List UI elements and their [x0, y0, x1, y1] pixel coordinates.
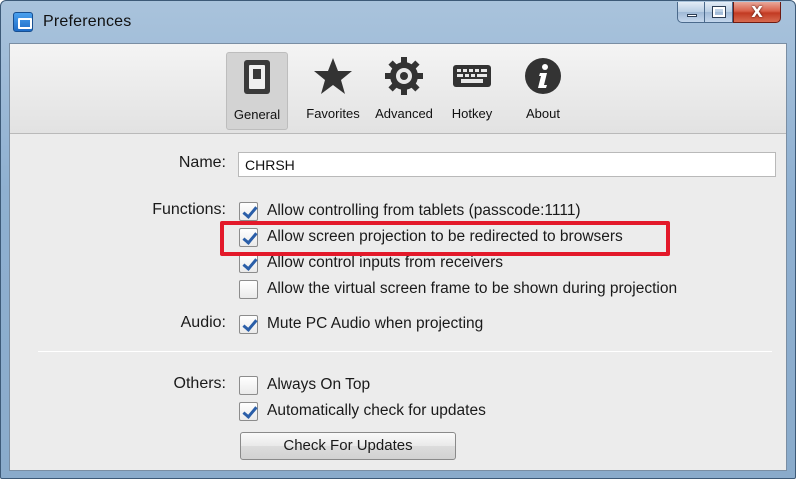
name-field[interactable] — [238, 152, 776, 177]
tab-general[interactable]: General — [226, 52, 288, 130]
checkbox-label: Allow screen projection to be redirected… — [267, 228, 623, 245]
maximize-button[interactable] — [705, 2, 733, 23]
checkbox[interactable] — [239, 279, 258, 299]
checkbox-label: Allow control inputs from receivers — [267, 254, 504, 271]
checkbox[interactable] — [239, 253, 258, 273]
functions-label: Functions: — [152, 201, 226, 218]
checkbox[interactable] — [239, 314, 258, 334]
checkbox[interactable] — [239, 227, 258, 247]
tab-favorites-label: Favorites — [306, 106, 360, 121]
checkbox[interactable] — [239, 401, 258, 421]
tab-favorites[interactable]: Favorites — [298, 52, 368, 130]
checkbox-label: Always On Top — [267, 376, 371, 393]
checkbox-label: Mute PC Audio when projecting — [267, 315, 484, 332]
title-bar[interactable]: Preferences X — [1, 1, 795, 43]
close-button[interactable]: X — [733, 2, 781, 23]
app-icon — [13, 12, 33, 32]
tab-advanced-label: Advanced — [375, 106, 433, 121]
checkbox-label: Automatically check for updates — [267, 402, 486, 419]
checkbox-label: Allow the virtual screen frame to be sho… — [267, 280, 678, 297]
maximize-icon — [712, 6, 726, 18]
option-auto-check-updates[interactable]: Automatically check for updates — [239, 400, 486, 422]
checkbox[interactable] — [239, 375, 258, 395]
audio-label: Audio: — [180, 314, 226, 331]
function-receiver-inputs[interactable]: Allow control inputs from receivers — [239, 252, 503, 274]
checkbox-label: Allow controlling from tablets (passcode… — [267, 202, 581, 219]
minimize-button[interactable] — [677, 2, 705, 23]
tab-hotkey-label: Hotkey — [451, 106, 493, 121]
tab-advanced[interactable]: Advanced — [370, 52, 438, 130]
switch-icon — [244, 60, 270, 94]
name-label: Name: — [178, 154, 226, 171]
function-virtual-screen-frame[interactable]: Allow the virtual screen frame to be sho… — [239, 278, 677, 300]
others-label: Others: — [173, 375, 226, 392]
function-redirect-to-browsers[interactable]: Allow screen projection to be redirected… — [239, 226, 623, 248]
tab-about-label: About — [526, 106, 560, 121]
star-icon — [314, 58, 352, 94]
section-divider — [38, 351, 772, 352]
window-controls: X — [677, 2, 781, 24]
preferences-panel: General Favorites Advanced Hotkey About … — [9, 43, 787, 471]
check-for-updates-button[interactable]: Check For Updates — [240, 432, 456, 460]
tab-general-label: General — [233, 107, 281, 122]
tab-about[interactable]: About — [518, 52, 568, 130]
preferences-toolbar: General Favorites Advanced Hotkey About — [10, 44, 786, 134]
gear-icon — [385, 57, 423, 95]
info-icon — [525, 58, 561, 94]
audio-mute-pc[interactable]: Mute PC Audio when projecting — [239, 313, 483, 335]
function-tablet-control[interactable]: Allow controlling from tablets (passcode… — [239, 200, 581, 222]
checkbox[interactable] — [239, 201, 258, 221]
window-title: Preferences — [43, 13, 132, 30]
option-always-on-top[interactable]: Always On Top — [239, 374, 370, 396]
minimize-icon — [687, 14, 697, 17]
preferences-window: Preferences X General Favorites Advanced… — [0, 0, 796, 479]
tab-hotkey[interactable]: Hotkey — [444, 52, 500, 130]
keyboard-icon — [453, 65, 491, 87]
close-icon: X — [751, 3, 763, 21]
